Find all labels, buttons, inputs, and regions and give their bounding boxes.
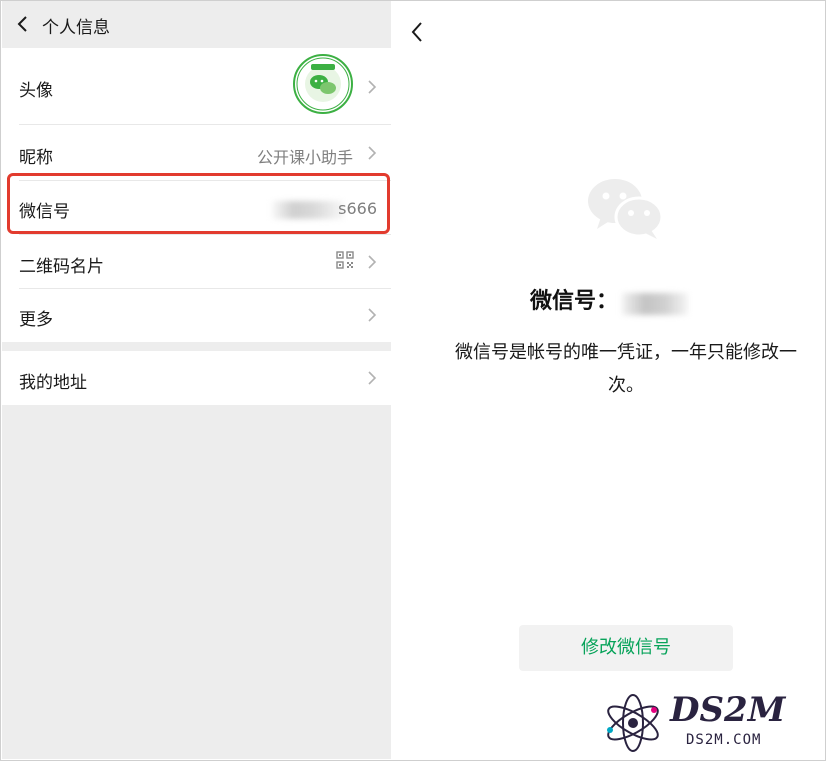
watermark-logo-text: DS2M [670, 690, 786, 730]
wechat-id-detail-panel: 微信号： 微信号是帐号的唯一凭证，一年只能修改一次。 修改微信号 [393, 1, 825, 759]
chevron-right-icon [368, 80, 377, 94]
wechat-open-class-logo-icon [296, 57, 350, 111]
qr-code-icon [336, 251, 354, 269]
chevron-right-icon [368, 146, 377, 160]
watermark-url: DS2M.COM [686, 732, 762, 748]
modify-wechat-id-button[interactable]: 修改微信号 [519, 625, 733, 671]
row-label: 头像 [19, 81, 53, 101]
row-address[interactable]: 我的地址 [2, 351, 391, 405]
top-bar: 个人信息 [2, 1, 391, 47]
page-title: 个人信息 [42, 18, 110, 38]
wechat-id-heading: 微信号： [393, 283, 825, 315]
row-label: 二维码名片 [19, 257, 104, 277]
row-label: 更多 [19, 310, 53, 330]
row-label: 我的地址 [19, 373, 87, 393]
row-label: 昵称 [19, 148, 53, 168]
chevron-right-icon [368, 255, 377, 269]
row-avatar[interactable]: 头像 [2, 48, 391, 125]
back-arrow-icon[interactable] [14, 14, 32, 34]
chevron-right-icon [368, 308, 377, 322]
row-qr-card[interactable]: 二维码名片 [2, 235, 391, 289]
chevron-right-icon [368, 371, 377, 385]
ds2m-watermark: DS2M DS2M.COM [600, 690, 820, 756]
personal-info-panel: 个人信息 头像 昵称 公开课小助手 微信号 s666 二维码名片 更多 我的地址 [2, 1, 391, 759]
row-more[interactable]: 更多 [2, 289, 391, 342]
wechat-id-title: 微信号： [529, 289, 618, 314]
back-arrow-icon[interactable] [410, 21, 424, 43]
blurred-id-mask [622, 292, 688, 315]
wechat-icon [588, 179, 664, 239]
wechat-id-description: 微信号是帐号的唯一凭证，一年只能修改一次。 [455, 342, 797, 396]
avatar[interactable] [293, 54, 353, 114]
nickname-value: 公开课小助手 [256, 148, 353, 167]
atom-logo-icon [607, 694, 659, 752]
wechat-id-highlight-box [7, 173, 390, 234]
